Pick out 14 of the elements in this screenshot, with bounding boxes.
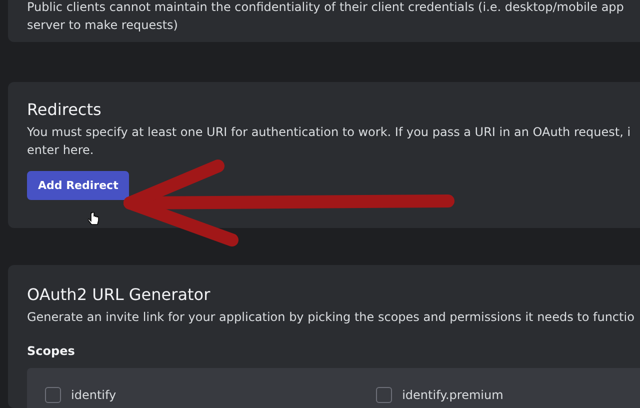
scope-label: identify bbox=[71, 388, 116, 402]
section-title: OAuth2 URL Generator bbox=[27, 285, 212, 304]
checkbox[interactable] bbox=[376, 387, 392, 403]
description-text: enter here. bbox=[27, 142, 95, 158]
description-text: server to make requests) bbox=[27, 17, 179, 34]
section-title: Redirects bbox=[27, 100, 102, 118]
description-text: Public clients cannot maintain the confidentiality of their client credentials (i.e. desktop/mobile app bbox=[27, 0, 625, 16]
scopes-label: Scopes bbox=[27, 344, 76, 358]
description-text: Generate an invite link for your application by picking the scopes and permissions it needs to functio bbox=[27, 309, 636, 326]
description-text: You must specify at least one URI for authentication to work. If you pass a URI in an OAuth request, i bbox=[27, 124, 632, 140]
scope-label: identify.premium bbox=[402, 388, 504, 402]
hand-cursor-icon bbox=[88, 212, 100, 228]
add-redirect-button[interactable]: Add Redirect bbox=[27, 170, 130, 200]
checkbox[interactable] bbox=[45, 387, 61, 403]
